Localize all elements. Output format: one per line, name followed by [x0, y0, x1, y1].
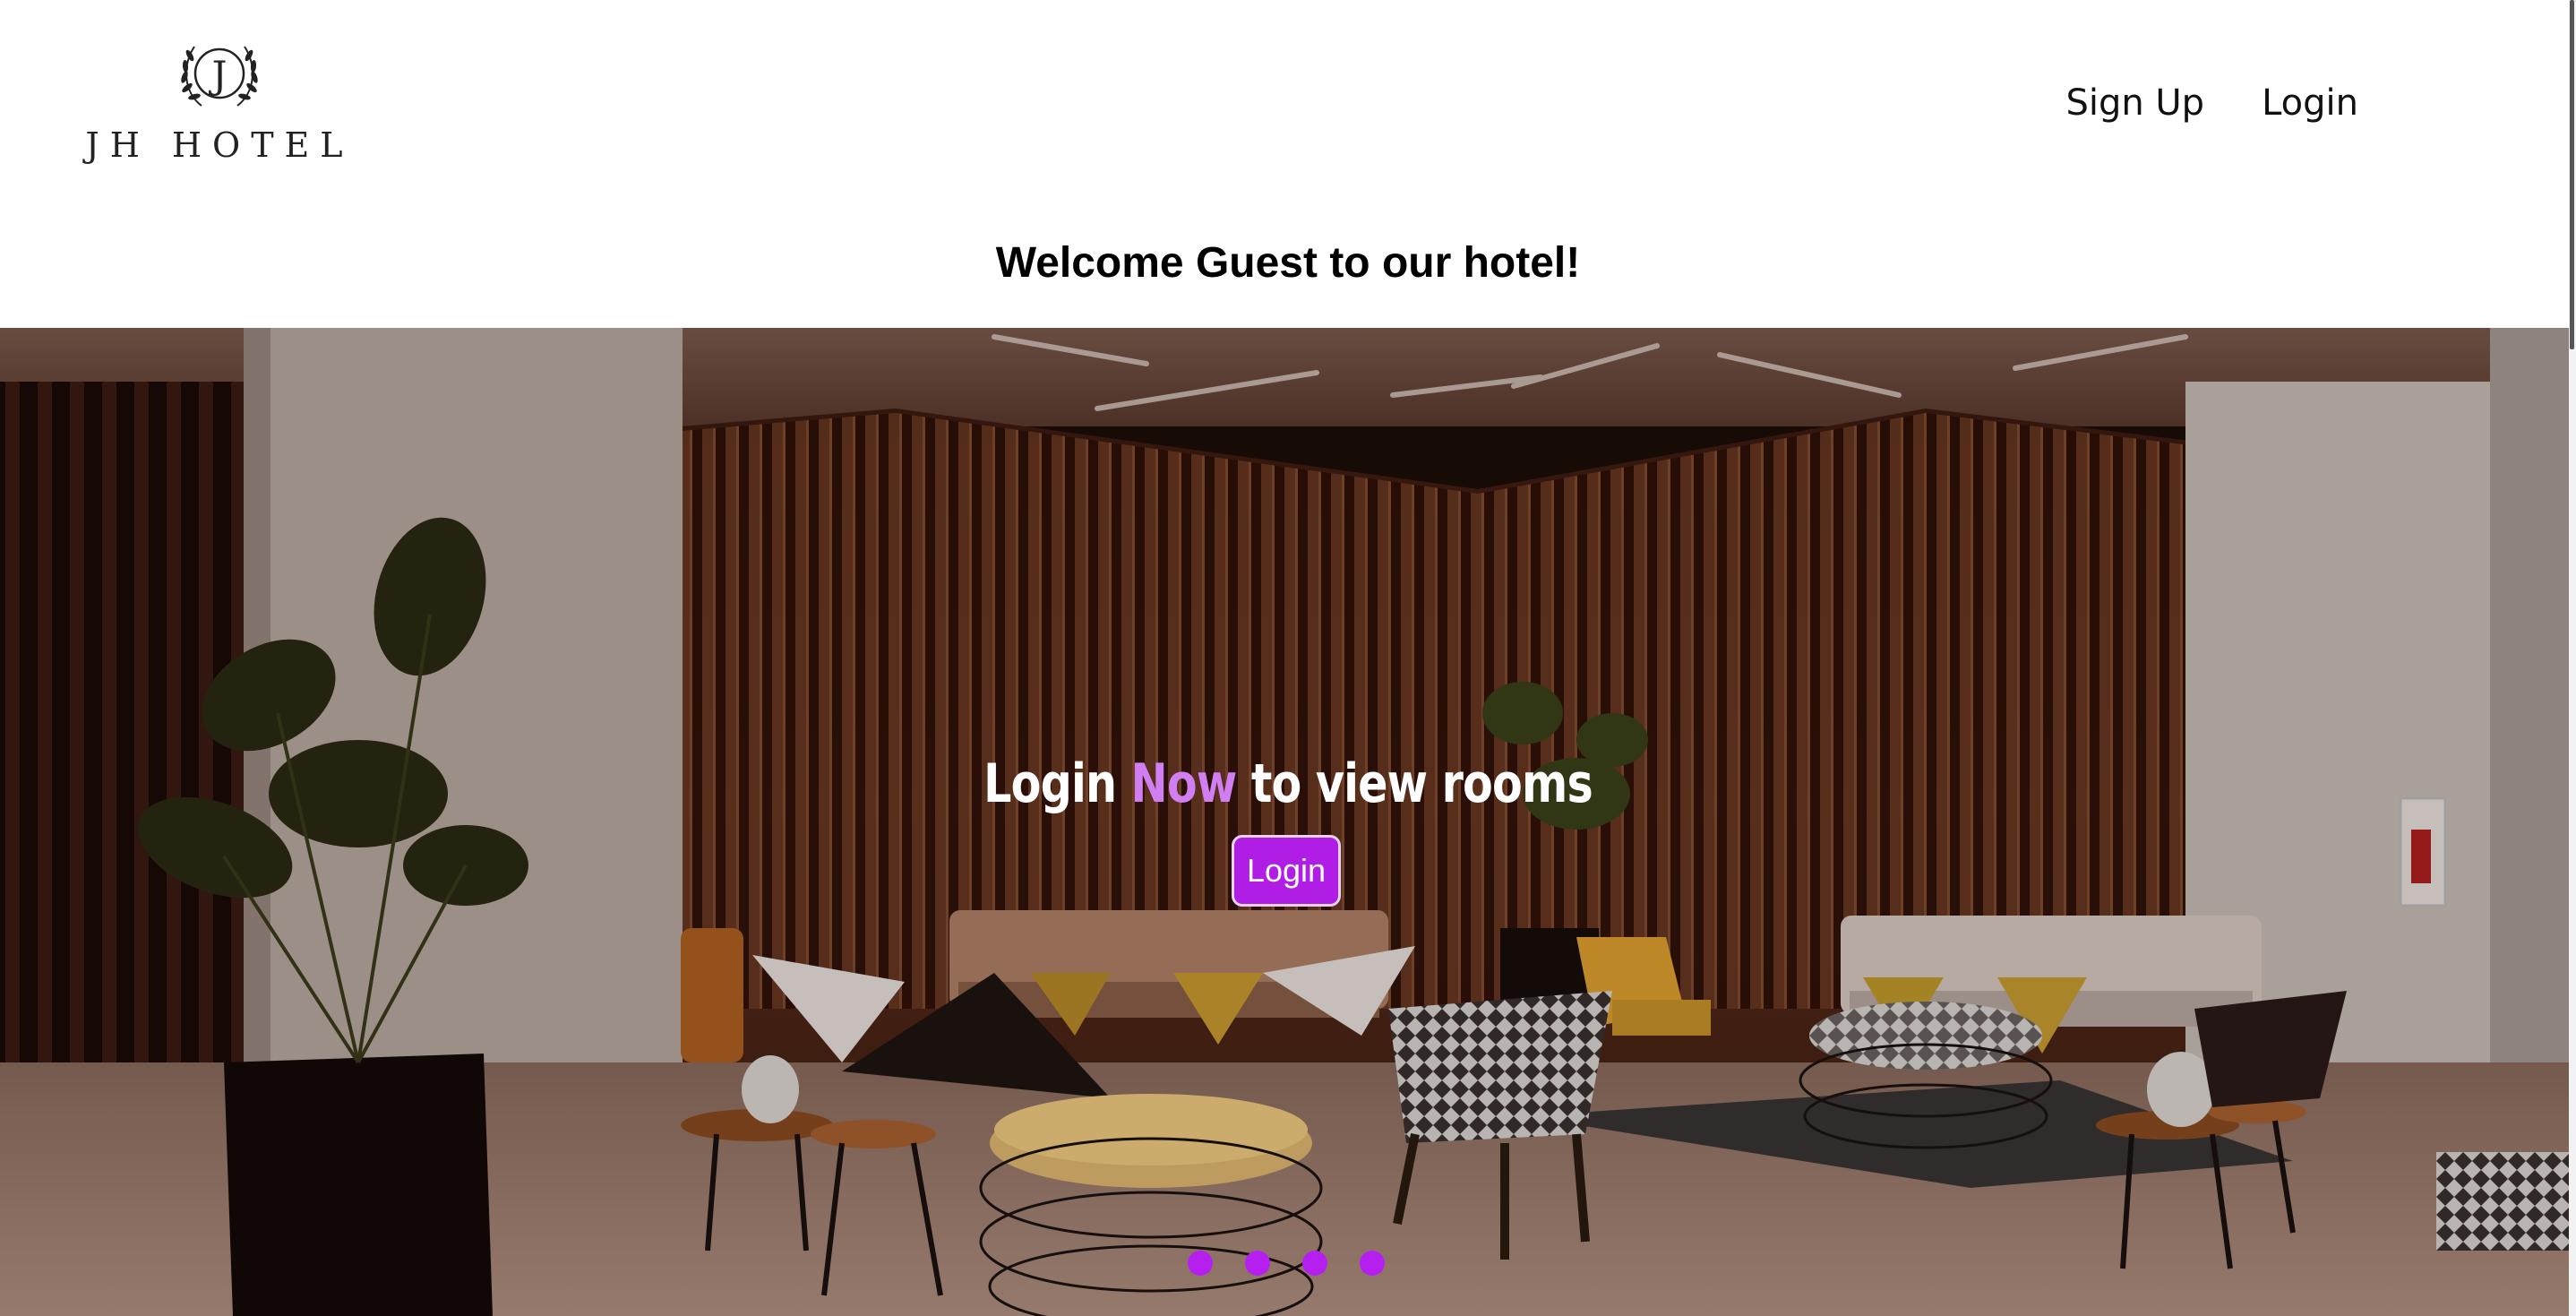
carousel-indicators: [1188, 1251, 1385, 1276]
carousel-dot-3[interactable]: [1302, 1251, 1327, 1276]
brand-name: JH HOTEL: [85, 125, 354, 165]
hero-carousel: Login Now to view rooms Login: [0, 328, 2576, 1316]
page: J JH HOTEL Sign Up Login Welcome Guest t…: [0, 0, 2576, 1316]
hotel-logo[interactable]: J JH HOTEL: [85, 34, 349, 168]
signup-link[interactable]: Sign Up: [2065, 82, 2204, 124]
welcome-heading: Welcome Guest to our hotel!: [995, 239, 1581, 287]
hero-title-end: to view rooms: [1250, 753, 1593, 815]
hero-title-start: Login: [983, 753, 1117, 815]
hero-title-accent: Now: [1130, 753, 1238, 815]
hero-title: Login Now to view rooms: [232, 753, 2344, 815]
carousel-dot-4[interactable]: [1360, 1251, 1385, 1276]
carousel-dot-1[interactable]: [1188, 1251, 1213, 1276]
site-header: J JH HOTEL Sign Up Login Welcome Guest t…: [0, 0, 2576, 328]
top-nav: Sign Up Login: [2065, 82, 2358, 124]
login-link[interactable]: Login: [2262, 82, 2358, 124]
emblem-letter: J: [209, 53, 228, 97]
scrollbar-thumb[interactable]: [2570, 0, 2574, 349]
page-scrollbar[interactable]: [2569, 0, 2576, 1316]
carousel-dot-2[interactable]: [1245, 1251, 1270, 1276]
hero-darken-overlay: [0, 328, 2576, 1316]
hero-login-button[interactable]: Login: [1232, 835, 1341, 907]
laurel-emblem-icon: J: [181, 46, 258, 107]
